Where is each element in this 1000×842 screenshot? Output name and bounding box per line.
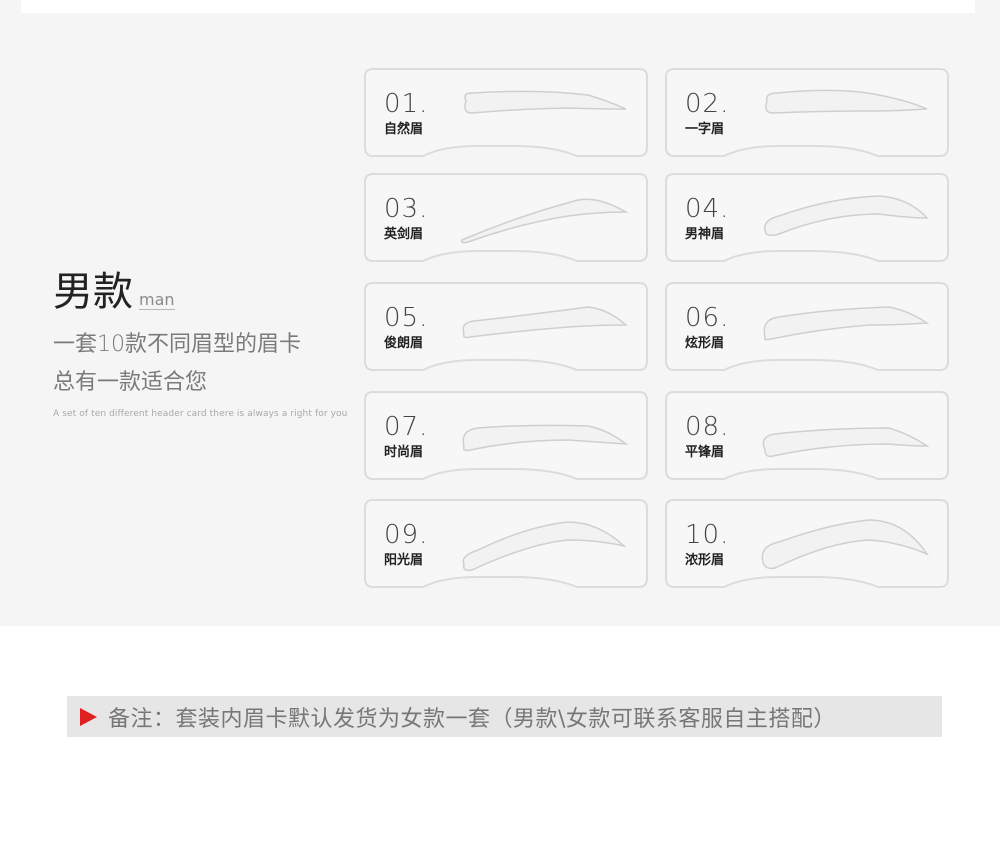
title-row: 男款 man <box>53 268 353 316</box>
card-number: 07. <box>384 412 429 442</box>
card-name: 阳光眉 <box>384 553 424 568</box>
brow-card-10: 10. 浓形眉 <box>664 498 950 590</box>
brow-card-04: 04. 男神眉 <box>664 172 950 264</box>
description-line-2: 总有一款适合您 <box>53 370 208 395</box>
brow-card-06: 06. 炫形眉 <box>664 281 950 373</box>
eyebrow-shape-icon <box>762 427 929 458</box>
brow-card-05: 05. 俊朗眉 <box>363 281 649 373</box>
brow-card-02: 02. 一字眉 <box>664 67 950 159</box>
card-name: 炫形眉 <box>685 336 725 351</box>
card-number: 03. <box>384 194 429 224</box>
brow-card-08: 08. 平锋眉 <box>664 390 950 482</box>
eyebrow-shape-icon <box>462 521 627 572</box>
card-name: 英剑眉 <box>384 227 424 242</box>
intro-block: 男款 man 一套10款不同眉型的眉卡 总有一款适合您 A set of ten… <box>53 268 353 419</box>
card-name: 平锋眉 <box>685 445 725 460</box>
card-number: 02. <box>685 89 730 119</box>
card-name: 时尚眉 <box>384 445 424 460</box>
brow-card-01: 01. 自然眉 <box>363 67 649 159</box>
card-number: 08. <box>685 412 730 442</box>
card-name: 浓形眉 <box>685 553 725 568</box>
card-number: 04. <box>685 194 730 224</box>
top-strip <box>21 0 975 13</box>
brow-card-03: 03. 英剑眉 <box>363 172 649 264</box>
eyebrow-shape-icon <box>460 198 628 244</box>
note-bar: 备注：套装内眉卡默认发货为女款一套（男款\女款可联系客服自主搭配） <box>67 696 942 737</box>
eyebrow-shape-icon <box>761 519 929 570</box>
description-line-1: 一套10款不同眉型的眉卡 <box>53 332 301 357</box>
note-text: 备注：套装内眉卡默认发货为女款一套（男款\女款可联系客服自主搭配） <box>108 706 836 732</box>
card-number: 06. <box>685 303 730 333</box>
tagline: A set of ten different header card there… <box>53 409 348 419</box>
eyebrow-shape-icon <box>462 306 628 339</box>
brow-card-09: 09. 阳光眉 <box>363 498 649 590</box>
arrow-right-icon <box>80 707 97 726</box>
card-name: 自然眉 <box>384 122 424 137</box>
eyebrow-shape-icon <box>763 306 929 341</box>
card-name: 男神眉 <box>685 227 725 242</box>
section-title: 男款 <box>53 269 133 315</box>
section-subtitle: man <box>139 290 175 310</box>
card-name: 俊朗眉 <box>384 336 424 351</box>
eyebrow-shape-icon <box>462 424 628 452</box>
brow-card-07: 07. 时尚眉 <box>363 390 649 482</box>
eyebrow-shape-icon <box>765 89 928 114</box>
card-number: 09. <box>384 520 429 550</box>
card-number: 01. <box>384 89 429 119</box>
card-number: 05. <box>384 303 429 333</box>
description: 一套10款不同眉型的眉卡 总有一款适合您 <box>53 326 353 402</box>
card-number: 10. <box>685 520 730 550</box>
card-name: 一字眉 <box>685 122 725 137</box>
eyebrow-shape-icon <box>464 90 627 114</box>
eyebrow-shape-icon <box>764 195 929 237</box>
